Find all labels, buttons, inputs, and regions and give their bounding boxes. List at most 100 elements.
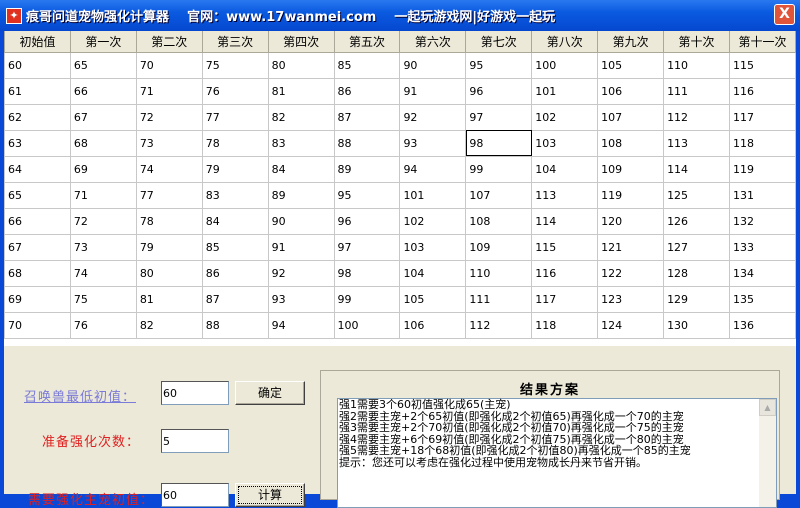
table-cell[interactable]: 86: [201, 259, 269, 287]
table-cell[interactable]: 90: [267, 207, 335, 235]
table-cell[interactable]: 75: [201, 51, 269, 79]
table-cell[interactable]: 115: [728, 51, 796, 79]
table-cell[interactable]: 104: [399, 259, 467, 287]
table-cell[interactable]: 76: [201, 77, 269, 105]
table-cell[interactable]: 118: [728, 129, 796, 157]
table-cell[interactable]: 74: [135, 155, 203, 183]
table-cell[interactable]: 111: [465, 285, 533, 313]
table-cell[interactable]: 114: [663, 155, 730, 183]
column-header[interactable]: 第十次: [663, 31, 730, 53]
column-header[interactable]: 第三次: [201, 31, 269, 53]
table-cell[interactable]: 80: [135, 259, 203, 287]
table-cell[interactable]: 70: [135, 51, 203, 79]
table-cell[interactable]: 84: [267, 155, 335, 183]
table-cell[interactable]: 119: [728, 155, 796, 183]
column-header[interactable]: 第一次: [69, 31, 137, 53]
table-cell[interactable]: 119: [597, 181, 665, 209]
table-cell[interactable]: 92: [267, 259, 335, 287]
table-cell[interactable]: 86: [333, 77, 401, 105]
column-header[interactable]: 第五次: [333, 31, 401, 53]
table-cell[interactable]: 101: [399, 181, 467, 209]
table-cell[interactable]: 99: [465, 155, 533, 183]
result-textarea[interactable]: 强1需要3个60初值强化成65(主宠) 强2需要主宠+2个65初值(即强化成2个初…: [337, 398, 777, 508]
result-scrollbar[interactable]: ▲: [759, 399, 776, 507]
table-cell[interactable]: 91: [267, 233, 335, 261]
table-cell[interactable]: 65: [69, 51, 137, 79]
table-cell[interactable]: 88: [201, 311, 269, 339]
scroll-up-icon[interactable]: ▲: [759, 399, 776, 416]
table-cell[interactable]: 121: [597, 233, 665, 261]
table-cell[interactable]: 136: [728, 311, 796, 339]
table-cell[interactable]: 92: [399, 103, 467, 131]
table-cell[interactable]: 78: [201, 129, 269, 157]
table-cell[interactable]: 81: [267, 77, 335, 105]
times-input[interactable]: 5: [161, 429, 229, 453]
table-cell[interactable]: 93: [267, 285, 335, 313]
table-cell[interactable]: 87: [333, 103, 401, 131]
table-cell[interactable]: 73: [135, 129, 203, 157]
table-cell[interactable]: 85: [201, 233, 269, 261]
table-cell[interactable]: 108: [465, 207, 533, 235]
table-cell[interactable]: 75: [69, 285, 137, 313]
table-cell[interactable]: 71: [135, 77, 203, 105]
table-cell[interactable]: 112: [663, 103, 730, 131]
table-cell[interactable]: 111: [663, 77, 730, 105]
table-cell[interactable]: 89: [267, 181, 335, 209]
table-cell[interactable]: 79: [135, 233, 203, 261]
table-cell[interactable]: 68: [4, 259, 71, 287]
table-cell[interactable]: 105: [399, 285, 467, 313]
column-header[interactable]: 第九次: [597, 31, 665, 53]
table-cell[interactable]: 72: [135, 103, 203, 131]
table-cell[interactable]: 104: [531, 155, 599, 183]
table-cell[interactable]: 135: [728, 285, 796, 313]
table-cell[interactable]: 110: [465, 259, 533, 287]
table-cell[interactable]: 91: [399, 77, 467, 105]
table-cell[interactable]: 130: [663, 311, 730, 339]
table-cell[interactable]: 82: [135, 311, 203, 339]
table-cell[interactable]: 100: [333, 311, 401, 339]
table-cell[interactable]: 107: [597, 103, 665, 131]
table-cell[interactable]: 105: [597, 51, 665, 79]
table-cell[interactable]: 109: [597, 155, 665, 183]
table-cell[interactable]: 60: [4, 51, 71, 79]
table-cell[interactable]: 89: [333, 155, 401, 183]
column-header[interactable]: 第四次: [267, 31, 335, 53]
table-cell[interactable]: 100: [531, 51, 599, 79]
table-cell[interactable]: 103: [531, 129, 599, 157]
table-cell[interactable]: 106: [399, 311, 467, 339]
table-cell[interactable]: 67: [4, 233, 71, 261]
table-cell[interactable]: 134: [728, 259, 796, 287]
table-cell[interactable]: 83: [201, 181, 269, 209]
table-cell[interactable]: 118: [531, 311, 599, 339]
table-cell[interactable]: 81: [135, 285, 203, 313]
table-cell[interactable]: 66: [4, 207, 71, 235]
column-header[interactable]: 第八次: [531, 31, 599, 53]
column-header[interactable]: 第六次: [399, 31, 467, 53]
column-header[interactable]: 第二次: [135, 31, 203, 53]
table-cell[interactable]: 65: [4, 181, 71, 209]
window-scrollbar[interactable]: [784, 346, 796, 494]
table-cell[interactable]: 97: [465, 103, 533, 131]
table-cell[interactable]: 78: [135, 207, 203, 235]
table-cell[interactable]: 87: [201, 285, 269, 313]
table-cell[interactable]: 72: [69, 207, 137, 235]
table-cell[interactable]: 90: [399, 51, 467, 79]
table-cell[interactable]: 66: [69, 77, 137, 105]
table-cell[interactable]: 113: [531, 181, 599, 209]
table-cell[interactable]: 82: [267, 103, 335, 131]
table-cell[interactable]: 129: [663, 285, 730, 313]
table-cell[interactable]: 112: [465, 311, 533, 339]
table-cell[interactable]: 125: [663, 181, 730, 209]
table-cell[interactable]: 77: [135, 181, 203, 209]
table-cell[interactable]: 83: [267, 129, 335, 157]
table-cell[interactable]: 64: [4, 155, 71, 183]
table-cell[interactable]: 107: [465, 181, 533, 209]
table-cell[interactable]: 74: [69, 259, 137, 287]
table-cell[interactable]: 95: [465, 51, 533, 79]
table-cell[interactable]: 61: [4, 77, 71, 105]
table-cell[interactable]: 70: [4, 311, 71, 339]
confirm-button[interactable]: 确定: [235, 381, 305, 405]
calculate-button[interactable]: 计算: [235, 483, 305, 507]
table-cell[interactable]: 88: [333, 129, 401, 157]
table-cell[interactable]: 113: [663, 129, 730, 157]
